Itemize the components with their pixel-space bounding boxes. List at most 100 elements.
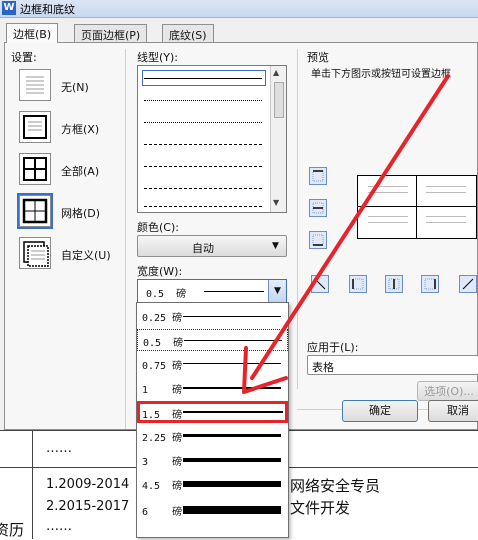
border-bottom-icon — [312, 234, 324, 246]
width-option-1[interactable]: 1 磅 — [137, 377, 288, 399]
width-select[interactable]: 0.5 磅 ▼ — [137, 279, 287, 303]
scroll-down-icon[interactable]: ▼ — [273, 198, 279, 207]
line-style-dotted-fine[interactable] — [144, 122, 262, 123]
line-style-dashed-long[interactable] — [144, 166, 262, 167]
width-option-label: 4.5 磅 — [142, 481, 183, 492]
doc-section-label: 资历 — [0, 521, 25, 539]
width-option-025[interactable]: 0.25 磅 — [137, 305, 288, 327]
setting-box-label: 方框(X) — [61, 123, 100, 136]
scroll-up-icon[interactable]: ▲ — [273, 68, 279, 77]
chevron-down-icon: ▼ — [272, 241, 279, 251]
border-right-button[interactable] — [421, 275, 439, 293]
width-option-line — [183, 387, 281, 389]
scroll-thumb[interactable] — [274, 82, 284, 118]
ok-button[interactable]: 确定 — [342, 400, 418, 422]
width-option-05[interactable]: 0.5 磅 — [137, 329, 288, 351]
tab-borders[interactable]: 边框(B) — [6, 23, 59, 43]
color-select[interactable]: 自动 ▼ — [137, 235, 287, 257]
doc-job-2: 文件开发 — [290, 499, 351, 517]
setting-grid-icon — [22, 198, 48, 224]
width-option-line — [183, 481, 281, 487]
setting-all-label: 全部(A) — [61, 165, 100, 178]
setting-grid-button[interactable] — [17, 193, 53, 229]
line-style-dash-dot[interactable] — [144, 188, 262, 189]
border-diagonal-up-button[interactable] — [459, 275, 477, 293]
border-inside-horizontal-icon — [312, 202, 324, 214]
width-option-3[interactable]: 3 磅 — [137, 449, 288, 471]
tab-shading[interactable]: 底纹(S) — [162, 24, 214, 42]
setting-all-icon — [23, 157, 47, 181]
color-label: 颜色(C): — [137, 221, 179, 234]
line-style-dotted[interactable] — [144, 100, 262, 101]
width-option-225[interactable]: 2.25 磅 — [137, 425, 288, 447]
preview-text-line — [426, 186, 466, 187]
tab-page-border[interactable]: 页面边框(P) — [74, 24, 148, 42]
table-border — [32, 431, 33, 539]
border-inside-vertical-button[interactable] — [385, 275, 403, 293]
width-label: 宽度(W): — [137, 265, 183, 278]
doc-ellipsis-2: …… — [46, 519, 72, 534]
options-button[interactable]: 选项(O)... — [417, 381, 478, 401]
width-option-label: 1.5 磅 — [142, 410, 183, 421]
window-title: 边框和底纹 — [20, 3, 75, 16]
apply-to-select[interactable]: 表格 — [307, 355, 478, 375]
line-style-dashed[interactable] — [144, 144, 262, 145]
border-inside-horizontal-button[interactable] — [309, 199, 327, 217]
border-inside-vertical-icon — [388, 278, 400, 290]
doc-line-2: 2.2015-2017 — [46, 499, 130, 514]
apply-to-value: 表格 — [312, 361, 334, 374]
cancel-button[interactable]: 取消 — [428, 400, 478, 422]
width-option-line — [183, 458, 281, 462]
border-right-icon — [424, 278, 436, 290]
line-style-label: 线型(Y): — [137, 51, 179, 64]
width-option-label: 3 磅 — [142, 457, 183, 468]
setting-box-button[interactable] — [19, 111, 51, 143]
doc-job-1: 网络安全专员 — [290, 477, 381, 495]
width-option-line — [184, 340, 282, 341]
width-value: 0.5 磅 — [146, 289, 187, 300]
setting-none-icon — [26, 76, 44, 94]
setting-grid-label: 网格(D) — [61, 207, 101, 220]
width-option-line — [183, 434, 281, 437]
border-diagonal-down-button[interactable] — [311, 275, 329, 293]
border-bottom-button[interactable] — [309, 231, 327, 249]
setting-none-button[interactable] — [19, 69, 51, 101]
settings-label: 设置: — [11, 51, 37, 64]
width-option-45[interactable]: 4.5 磅 — [137, 473, 288, 495]
preview-label: 预览 — [307, 51, 329, 64]
line-style-dash-dot-dot[interactable] — [144, 206, 262, 207]
width-option-label: 0.5 磅 — [143, 338, 184, 349]
width-option-6[interactable]: 6 磅 — [137, 499, 288, 521]
setting-all-button[interactable] — [19, 153, 51, 185]
border-left-button[interactable] — [349, 275, 367, 293]
border-top-button[interactable] — [309, 167, 327, 185]
divider — [297, 49, 298, 389]
width-option-label: 0.25 磅 — [142, 313, 183, 324]
border-left-icon — [352, 278, 364, 290]
width-option-075[interactable]: 0.75 磅 — [137, 353, 288, 375]
width-option-label: 0.75 磅 — [142, 361, 183, 372]
doc-ellipsis: …… — [46, 441, 72, 456]
setting-custom-label: 自定义(U) — [61, 249, 111, 262]
apply-to-label: 应用于(L): — [307, 341, 359, 354]
preview-table[interactable] — [357, 175, 477, 239]
chevron-down-icon[interactable]: ▼ — [268, 280, 286, 302]
width-option-line — [183, 506, 281, 514]
preview-grid-line — [416, 176, 417, 238]
width-option-line — [183, 316, 281, 317]
line-style-solid[interactable] — [144, 78, 262, 79]
border-top-icon — [312, 170, 324, 182]
width-dropdown[interactable]: 0.25 磅 0.5 磅 0.75 磅 1 磅 1.5 磅 2.25 磅 3 磅… — [136, 302, 289, 538]
width-option-label: 2.25 磅 — [142, 433, 183, 444]
color-value: 自动 — [192, 242, 214, 255]
preview-hint: 单击下方图示或按钮可设置边框 — [311, 69, 451, 80]
setting-custom-button[interactable] — [19, 237, 51, 269]
line-style-list[interactable]: ▲ ▼ — [137, 65, 287, 213]
preview-text-line — [368, 216, 408, 217]
app-icon: W — [2, 1, 16, 15]
width-option-line — [183, 363, 281, 364]
divider — [125, 49, 126, 429]
doc-line-1: 1.2009-2014 — [46, 477, 130, 492]
line-style-scrollbar[interactable]: ▲ ▼ — [270, 66, 286, 212]
width-option-15-highlighted[interactable]: 1.5 磅 — [137, 401, 288, 423]
